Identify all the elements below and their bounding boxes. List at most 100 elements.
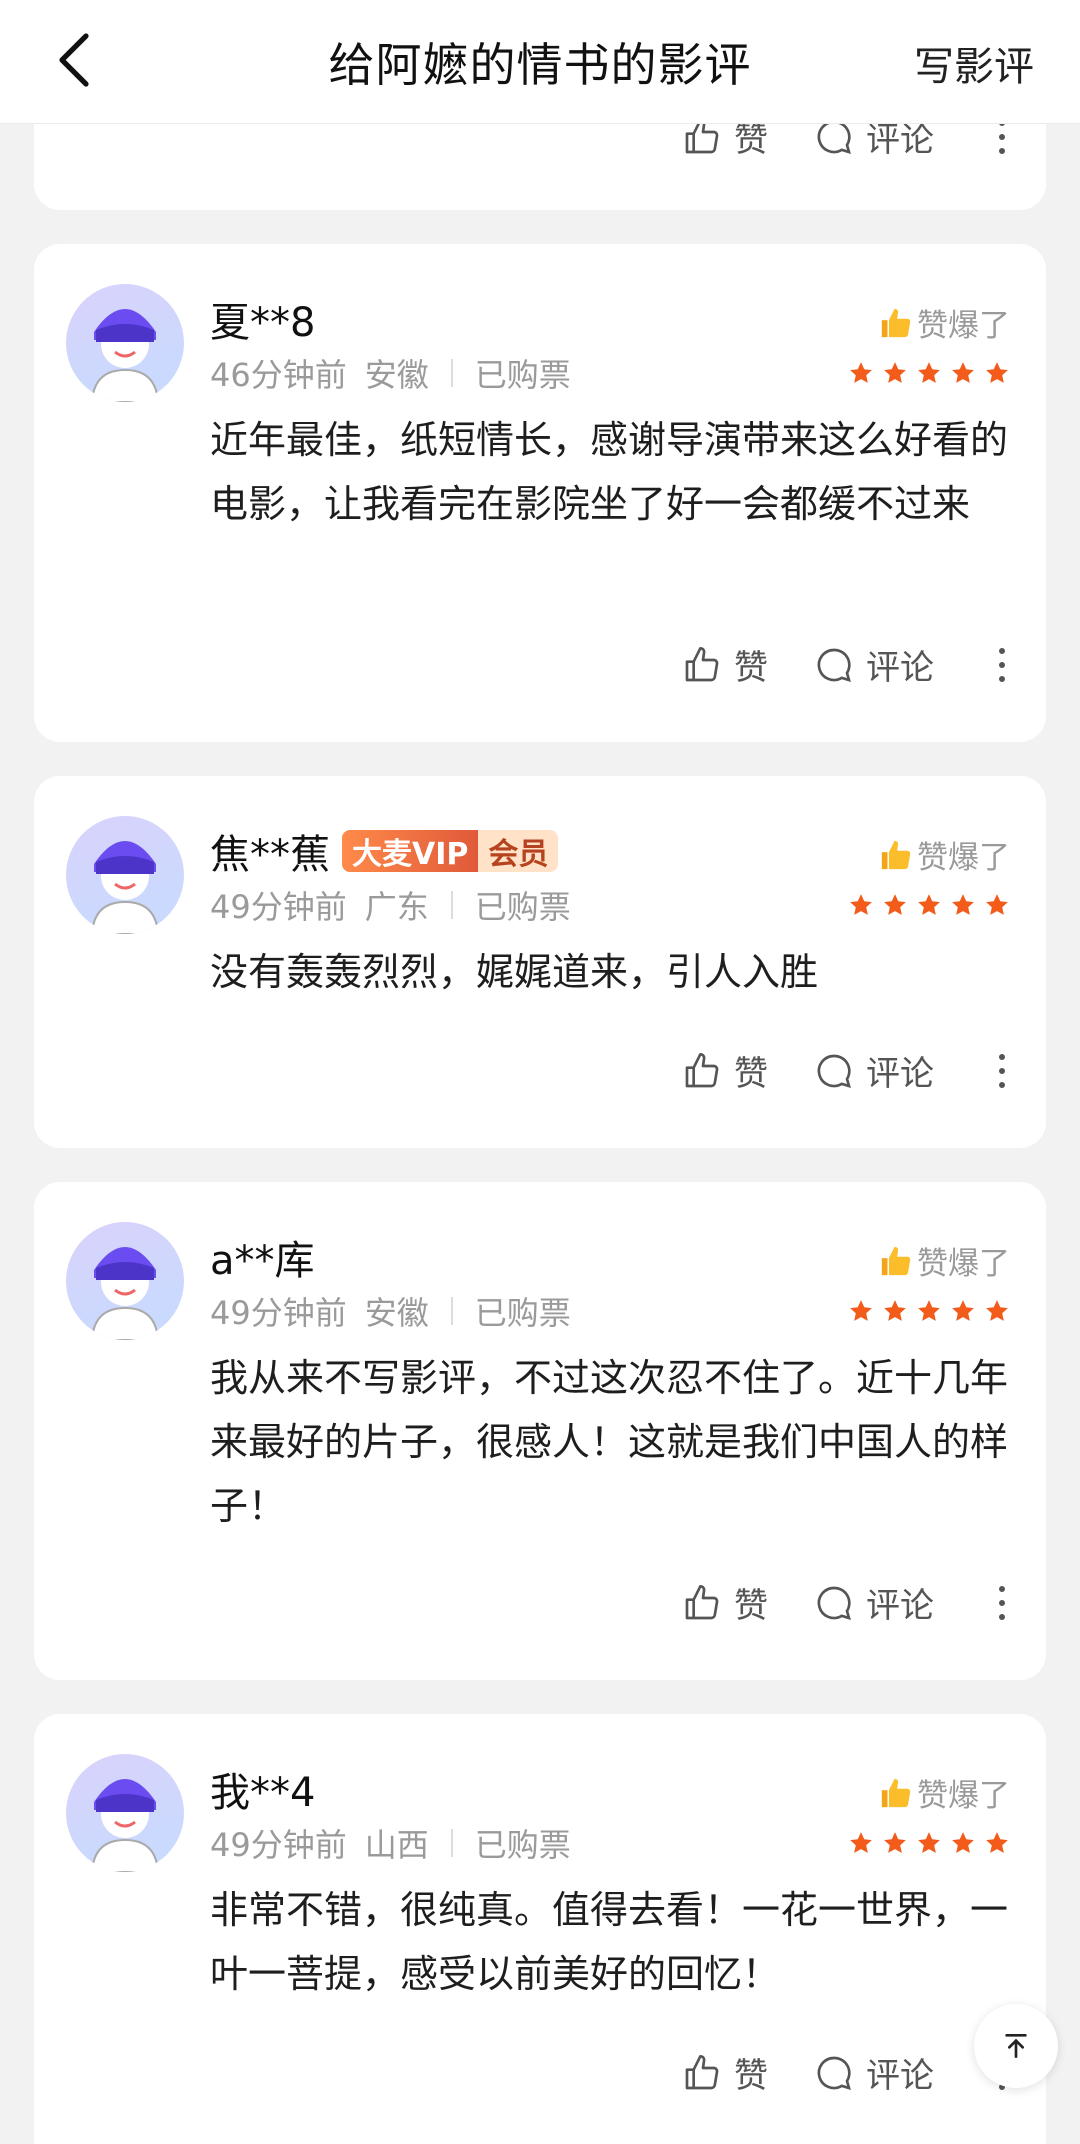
more-options-icon[interactable]	[994, 1053, 1010, 1088]
hot-label: 赞爆了	[917, 308, 1010, 344]
arrow-to-top-icon	[1005, 2034, 1027, 2058]
comment-label: 评论	[866, 648, 934, 688]
like-button[interactable]: 赞	[682, 640, 768, 689]
star-icon	[952, 362, 974, 383]
divider	[450, 891, 453, 919]
comment-button[interactable]: 评论	[814, 2048, 934, 2097]
review-time: 49分钟前	[210, 1826, 347, 1864]
username[interactable]: 夏**8	[210, 290, 315, 348]
star-icon	[986, 362, 1008, 383]
comment-button[interactable]: 评论	[814, 640, 934, 689]
review-time: 49分钟前	[210, 1294, 347, 1332]
hot-badge: 赞爆了	[879, 832, 1010, 877]
page-title: 给阿嬷的情书的影评	[328, 37, 752, 92]
comment-label: 评论	[866, 1586, 934, 1626]
star-icon	[952, 894, 974, 915]
avatar[interactable]	[66, 816, 184, 934]
thumb-up-icon	[685, 1052, 719, 1087]
divider	[450, 359, 453, 387]
hot-label: 赞爆了	[917, 1246, 1010, 1282]
star-icon	[952, 1300, 974, 1321]
username[interactable]: a**库	[210, 1228, 315, 1286]
like-button[interactable]: 赞	[682, 1578, 768, 1627]
comment-button[interactable]: 评论	[814, 1578, 934, 1627]
star-icon	[986, 1300, 1008, 1321]
star-icon	[986, 894, 1008, 915]
review-text[interactable]: 我从来不写影评，不过这次忍不住了。近十几年来最好的片子，很感人！这就是我们中国人…	[210, 1346, 1010, 1538]
star-icon	[918, 1300, 940, 1321]
rating-stars	[848, 892, 1010, 918]
avatar[interactable]	[66, 1754, 184, 1872]
comment-label: 评论	[866, 1054, 934, 1094]
top-bar: 给阿嬷的情书的影评 写影评	[0, 0, 1080, 124]
hot-label: 赞爆了	[917, 840, 1010, 876]
review-region: 安徽	[364, 356, 429, 394]
star-icon	[952, 1832, 974, 1853]
like-label: 赞	[734, 2056, 768, 2096]
review-actions: 赞 评论	[682, 1046, 1010, 1095]
review-card: a**库 49分钟前 安徽 已购票 赞爆了 我从来不写影评，不过这次忍不住了。近…	[34, 1182, 1046, 1680]
ticket-status: 已购票	[474, 1294, 571, 1332]
star-icon	[918, 362, 940, 383]
thumbs-up-emoji-icon	[881, 1778, 911, 1807]
star-icon	[986, 1832, 1008, 1853]
review-card: 焦**蕉 大麦VIP 会员 49分钟前 广东 已购票 赞爆了 没有轰轰烈烈，娓娓…	[34, 776, 1046, 1148]
comment-bubble-icon	[817, 2056, 851, 2090]
review-region: 广东	[364, 888, 429, 926]
write-review-button[interactable]: 写影评	[914, 34, 1034, 92]
review-card: 夏**8 46分钟前 安徽 已购票 赞爆了 近年最佳，纸短情长，感谢导演带来这么…	[34, 244, 1046, 742]
comment-bubble-icon	[817, 1586, 851, 1620]
avatar[interactable]	[66, 284, 184, 402]
hot-badge: 赞爆了	[879, 1770, 1010, 1815]
ticket-status: 已购票	[474, 356, 571, 394]
review-meta: 49分钟前 安徽 已购票	[210, 1288, 571, 1334]
username[interactable]: 我**4	[210, 1760, 315, 1818]
hot-badge: 赞爆了	[879, 300, 1010, 345]
star-icon	[918, 894, 940, 915]
review-text[interactable]: 没有轰轰烈烈，娓娓道来，引人入胜	[210, 940, 1010, 1004]
more-options-icon[interactable]	[994, 119, 1010, 154]
vip-badge: 大麦VIP 会员	[342, 830, 559, 872]
more-options-icon[interactable]	[994, 1585, 1010, 1620]
avatar[interactable]	[66, 1222, 184, 1340]
divider	[450, 1297, 453, 1325]
star-icon	[850, 894, 872, 915]
like-label: 赞	[734, 648, 768, 688]
thumb-up-icon	[685, 1584, 719, 1619]
review-text[interactable]: 非常不错，很纯真。值得去看！一花一世界，一叶一菩提，感受以前美好的回忆！	[210, 1878, 1010, 2006]
review-text[interactable]: 近年最佳，纸短情长，感谢导演带来这么好看的电影，让我看完在影院坐了好一会都缓不过…	[210, 408, 1010, 536]
divider	[450, 1829, 453, 1857]
thumbs-up-emoji-icon	[881, 308, 911, 337]
star-icon	[884, 362, 906, 383]
comment-button[interactable]: 评论	[814, 1046, 934, 1095]
thumbs-up-emoji-icon	[881, 1246, 911, 1275]
ticket-status: 已购票	[474, 888, 571, 926]
hot-badge: 赞爆了	[879, 1238, 1010, 1283]
like-button[interactable]: 赞	[682, 2048, 768, 2097]
like-label: 赞	[734, 1586, 768, 1626]
like-button[interactable]: 赞	[682, 1046, 768, 1095]
review-time: 46分钟前	[210, 356, 347, 394]
scroll-to-top-button[interactable]	[974, 2004, 1058, 2088]
star-icon	[850, 362, 872, 383]
star-icon	[850, 1300, 872, 1321]
review-meta: 49分钟前 山西 已购票	[210, 1820, 571, 1866]
review-card: 我**4 49分钟前 山西 已购票 赞爆了 非常不错，很纯真。值得去看！一花一世…	[34, 1714, 1046, 2144]
review-meta: 49分钟前 广东 已购票	[210, 882, 571, 928]
rating-stars	[848, 1298, 1010, 1324]
star-icon	[850, 1832, 872, 1853]
review-region: 山西	[364, 1826, 429, 1864]
comment-bubble-icon	[817, 1054, 851, 1088]
more-options-icon[interactable]	[994, 647, 1010, 682]
review-time: 49分钟前	[210, 888, 347, 926]
comment-bubble-icon	[817, 648, 851, 682]
vip-label: 大麦VIP	[342, 830, 479, 872]
star-icon	[918, 1832, 940, 1853]
like-label: 赞	[734, 1054, 768, 1094]
review-page: 赞 评论 夏**8 46分钟前 安徽 已购票 赞爆了 近年最佳，纸短情长，感谢导…	[0, 0, 1080, 2144]
star-icon	[884, 1300, 906, 1321]
comment-label: 评论	[866, 2056, 934, 2096]
back-button[interactable]	[44, 30, 104, 90]
review-meta: 46分钟前 安徽 已购票	[210, 350, 571, 396]
username[interactable]: 焦**蕉 大麦VIP 会员	[210, 822, 559, 880]
